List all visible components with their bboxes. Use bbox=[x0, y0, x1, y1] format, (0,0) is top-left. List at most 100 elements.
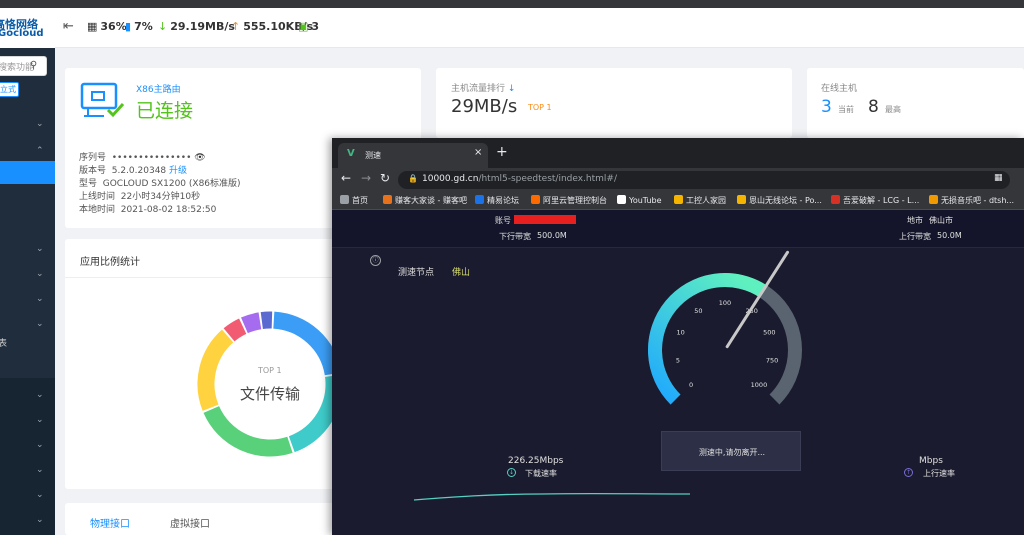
donut-top-label: TOP 1 bbox=[258, 366, 282, 375]
uptime-row: 上线时间 22小时34分钟10秒 bbox=[79, 191, 241, 204]
sidebar-item-label: 表 bbox=[0, 339, 8, 349]
devices-value: 3 bbox=[311, 20, 320, 33]
sidebar-item[interactable]: ⌄ bbox=[0, 461, 55, 483]
bookmark-item[interactable]: 无损音乐吧 - dtsh... bbox=[929, 195, 1014, 206]
mode-toggle-button[interactable]: 立式 bbox=[0, 82, 19, 97]
sidebar-item[interactable]: ⌄ bbox=[0, 115, 55, 137]
bookmark-label: 恩山无线论坛 - Po... bbox=[749, 196, 822, 205]
chevron-down-icon: ⌄ bbox=[36, 119, 44, 129]
lock-icon: 🔒 bbox=[408, 174, 418, 183]
chevron-down-icon: ⌄ bbox=[36, 515, 44, 525]
model-row: 型号 GOCLOUD SX1200 (X86标准版) bbox=[79, 178, 241, 191]
gauge-tick-label: 750 bbox=[766, 356, 778, 364]
memory-stat: ▮ 7% bbox=[125, 20, 153, 33]
download-value: 29.19MB/s bbox=[170, 20, 235, 33]
version-value: 5.2.0.20348 bbox=[111, 166, 167, 176]
bookmark-favicon-icon bbox=[737, 195, 746, 204]
sidebar-item[interactable]: ⌄ bbox=[0, 436, 55, 458]
arrow-down-icon[interactable]: ↓ bbox=[508, 84, 516, 94]
bookmark-label: YouTube bbox=[629, 196, 662, 205]
local-time-row: 本地时间 2021-08-02 18:52:50 bbox=[79, 204, 241, 217]
top-badge: TOP 1 bbox=[528, 103, 552, 112]
chevron-down-icon: ⌄ bbox=[36, 244, 44, 254]
bookmark-favicon-icon bbox=[475, 195, 484, 204]
sidebar-item[interactable]: ⌄ bbox=[0, 265, 55, 287]
bookmark-item[interactable]: 恩山无线论坛 - Po... bbox=[737, 195, 822, 206]
bookmark-favicon-icon bbox=[831, 195, 840, 204]
sidebar-item[interactable]: ⌄ bbox=[0, 486, 55, 508]
speed-gauge: 0510501002505007501000 bbox=[648, 250, 802, 405]
back-icon[interactable]: ← bbox=[341, 171, 351, 185]
upgrade-link[interactable]: 升级 bbox=[169, 166, 187, 176]
test-node-value[interactable]: 佛山 bbox=[452, 265, 470, 278]
bookmark-item[interactable]: 首页 bbox=[340, 195, 368, 206]
gauge-tick-label: 0 bbox=[689, 381, 693, 389]
gauge-tick-label: 500 bbox=[763, 329, 775, 337]
sidebar-item[interactable]: ⌄ bbox=[0, 411, 55, 433]
eye-icon[interactable]: 👁 bbox=[194, 153, 205, 163]
forward-icon[interactable]: → bbox=[361, 171, 371, 185]
sidebar-search-input[interactable]: 搜索功能 ⚲ bbox=[0, 56, 47, 76]
translate-icon[interactable]: ▦ bbox=[994, 173, 1003, 183]
bookmark-label: 无损音乐吧 - dtsh... bbox=[941, 196, 1015, 205]
donut-segment[interactable] bbox=[203, 405, 293, 457]
tab-physical-interface[interactable]: 物理接口 bbox=[90, 515, 130, 530]
close-tab-icon[interactable]: × bbox=[474, 147, 482, 158]
gauge-tick-label: 50 bbox=[694, 307, 702, 315]
chevron-up-icon: ⌃ bbox=[36, 146, 44, 156]
donut-segment[interactable] bbox=[272, 311, 342, 376]
chevron-down-icon: ⌄ bbox=[36, 269, 44, 279]
time-value: 2021-08-02 18:52:50 bbox=[120, 205, 217, 215]
donut-segment[interactable] bbox=[260, 311, 273, 329]
serial-value: ••••••••••••••• bbox=[111, 153, 192, 163]
bookmark-item[interactable]: 吾爱破解 - LCG - L... bbox=[831, 195, 919, 206]
brand-logo[interactable]: 高恪网络 Gocloud bbox=[0, 8, 55, 48]
reload-icon[interactable]: ↻ bbox=[380, 171, 390, 185]
ratio-title: 应用比例统计 bbox=[80, 257, 140, 268]
download-speed-value: 226.25Mbps bbox=[508, 456, 564, 466]
bookmark-item[interactable]: YouTube bbox=[617, 195, 662, 205]
monitor-icon: ▣ bbox=[298, 20, 309, 33]
donut-segment[interactable] bbox=[241, 312, 262, 334]
hosts-title: 在线主机 bbox=[821, 84, 858, 94]
account-value-redacted bbox=[514, 215, 576, 224]
search-placeholder: 搜索功能 bbox=[0, 63, 35, 73]
url-host: 10000.gd.cn bbox=[422, 174, 479, 184]
sidebar-item[interactable]: ⌄ bbox=[0, 240, 55, 262]
donut-center-label: 文件传输 bbox=[240, 385, 301, 403]
traffic-ranking-card: 主机流量排行 ↓ 29MB/s TOP 1 bbox=[436, 68, 792, 138]
sidebar-item-active[interactable] bbox=[0, 161, 55, 184]
sidebar-item[interactable]: ⌃ bbox=[0, 138, 55, 160]
sidebar-item[interactable]: ⌄ bbox=[0, 511, 55, 533]
browser-toolbar: ← → ↻ 🔒 10000.gd.cn/html5-speedtest/inde… bbox=[332, 168, 1024, 192]
address-bar[interactable]: 🔒 10000.gd.cn/html5-speedtest/index.html… bbox=[398, 171, 1010, 189]
sidebar-item[interactable]: ⌄ bbox=[0, 386, 55, 408]
new-tab-icon[interactable]: + bbox=[496, 144, 508, 160]
bookmark-item[interactable]: 阿里云管理控制台 bbox=[531, 195, 607, 206]
router-name: X86主路由 bbox=[136, 85, 181, 95]
bookmarks-bar: 首页 赚客大家谈 - 赚客吧 精易论坛 阿里云管理控制台 YouTube 工控人家园 恩山无… bbox=[332, 192, 1024, 210]
bookmark-item[interactable]: 工控人家园 bbox=[674, 195, 726, 206]
bookmark-item[interactable]: 赚客大家谈 - 赚客吧 bbox=[383, 195, 467, 206]
donut-segment[interactable] bbox=[223, 318, 247, 342]
serial-row: 序列号 ••••••••••••••• 👁 bbox=[79, 152, 241, 165]
city-label: 地市 bbox=[907, 216, 923, 225]
menu-collapse-icon[interactable]: ⇤ bbox=[63, 19, 74, 34]
search-icon[interactable]: ⚲ bbox=[30, 60, 37, 71]
tab-virtual-interface[interactable]: 虚拟接口 bbox=[170, 515, 210, 530]
chevron-down-icon: ⌄ bbox=[36, 440, 44, 450]
uptime-value: 22小时34分钟10秒 bbox=[120, 192, 201, 202]
bookmark-favicon-icon bbox=[674, 195, 683, 204]
browser-tab[interactable]: V 测速 × bbox=[338, 143, 488, 168]
cpu-value: 36% bbox=[100, 20, 127, 33]
sidebar-item[interactable]: ⌄ bbox=[0, 290, 55, 312]
url-text: 10000.gd.cn/html5-speedtest/index.html#/ bbox=[422, 174, 617, 184]
sidebar-item[interactable]: ⌄ bbox=[0, 315, 55, 337]
bookmark-item[interactable]: 精易论坛 bbox=[475, 195, 519, 206]
traffic-value: 29MB/s bbox=[451, 96, 518, 117]
bookmark-label: 吾爱破解 - LCG - L... bbox=[843, 196, 920, 205]
memory-value: 7% bbox=[134, 20, 153, 33]
connection-status: 已连接 bbox=[136, 100, 194, 122]
donut-segment[interactable] bbox=[197, 329, 234, 411]
model-label: 型号 bbox=[79, 179, 98, 189]
